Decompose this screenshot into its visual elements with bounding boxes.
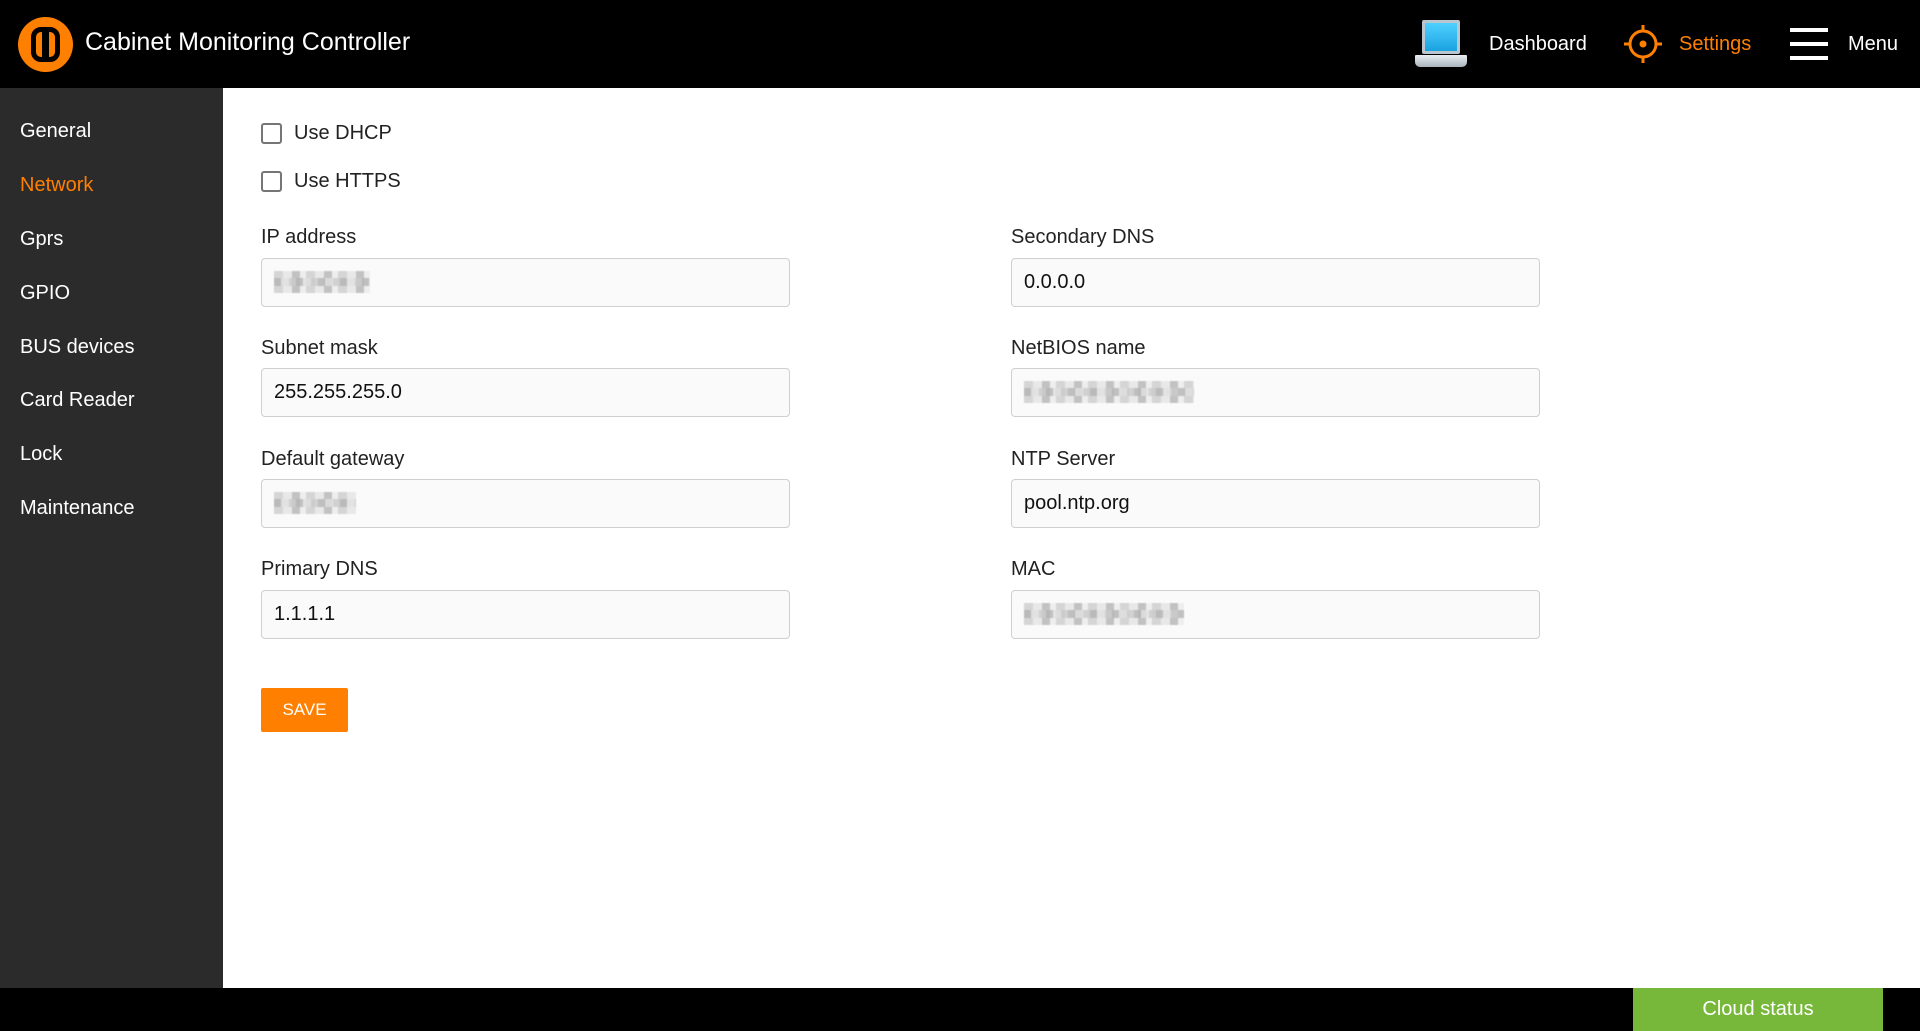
ip-address-label: IP address	[261, 226, 357, 248]
sidebar-item-general[interactable]: General	[20, 120, 91, 143]
secondary-dns-field[interactable]	[1011, 258, 1540, 307]
mac-field[interactable]	[1011, 590, 1540, 639]
sidebar-item-gpio[interactable]: GPIO	[20, 282, 70, 305]
use-https-label: Use HTTPS	[294, 170, 401, 192]
network-settings-form: Use DHCP Use HTTPS IP address Subnet mas…	[223, 88, 1920, 988]
masked-value	[1024, 381, 1194, 403]
masked-value	[274, 492, 356, 514]
use-dhcp-row: Use DHCP	[261, 122, 392, 145]
sidebar-item-gprs[interactable]: Gprs	[20, 228, 63, 251]
sidebar-item-card-reader[interactable]: Card Reader	[20, 389, 135, 412]
use-dhcp-label: Use DHCP	[294, 122, 392, 144]
gear-icon	[1624, 25, 1662, 63]
primary-dns-field[interactable]	[261, 590, 790, 639]
default-gateway-field[interactable]	[261, 479, 790, 528]
subnet-mask-field[interactable]	[261, 368, 790, 417]
cloud-status-button[interactable]: Cloud status	[1633, 988, 1883, 1031]
ntp-server-field[interactable]	[1011, 479, 1540, 528]
footer-bar: Cloud status	[0, 988, 1920, 1031]
nav-menu[interactable]: Menu	[1790, 0, 1898, 88]
secondary-dns-label: Secondary DNS	[1011, 226, 1155, 248]
ip-address-field[interactable]	[261, 258, 790, 307]
app-logo-icon[interactable]	[18, 17, 73, 72]
top-header: Cabinet Monitoring Controller Dashboard …	[0, 0, 1920, 88]
use-https-checkbox[interactable]	[261, 171, 282, 192]
mac-label: MAC	[1011, 558, 1056, 580]
nav-menu-label: Menu	[1848, 32, 1899, 55]
ntp-server-label: NTP Server	[1011, 448, 1116, 470]
netbios-name-field[interactable]	[1011, 368, 1540, 417]
laptop-icon	[1415, 18, 1467, 70]
nav-dashboard[interactable]: Dashboard	[1415, 0, 1587, 88]
primary-dns-label: Primary DNS	[261, 558, 378, 580]
masked-value	[1024, 603, 1184, 625]
sidebar-item-network[interactable]: Network	[20, 174, 93, 197]
use-dhcp-checkbox[interactable]	[261, 123, 282, 144]
save-button[interactable]: SAVE	[261, 688, 348, 732]
netbios-name-label: NetBIOS name	[1011, 337, 1146, 359]
sidebar-item-bus-devices[interactable]: BUS devices	[20, 336, 135, 359]
sidebar-item-maintenance[interactable]: Maintenance	[20, 497, 135, 520]
hamburger-icon	[1790, 26, 1828, 62]
use-https-row: Use HTTPS	[261, 170, 401, 193]
nav-settings[interactable]: Settings	[1623, 0, 1751, 88]
nav-dashboard-label: Dashboard	[1489, 32, 1587, 55]
app-title: Cabinet Monitoring Controller	[85, 28, 411, 56]
settings-sidebar: General Network Gprs GPIO BUS devices Ca…	[0, 88, 223, 988]
sidebar-item-lock[interactable]: Lock	[20, 443, 62, 466]
default-gateway-label: Default gateway	[261, 448, 405, 470]
subnet-mask-label: Subnet mask	[261, 337, 378, 359]
masked-value	[274, 271, 370, 293]
nav-settings-label: Settings	[1679, 32, 1752, 55]
